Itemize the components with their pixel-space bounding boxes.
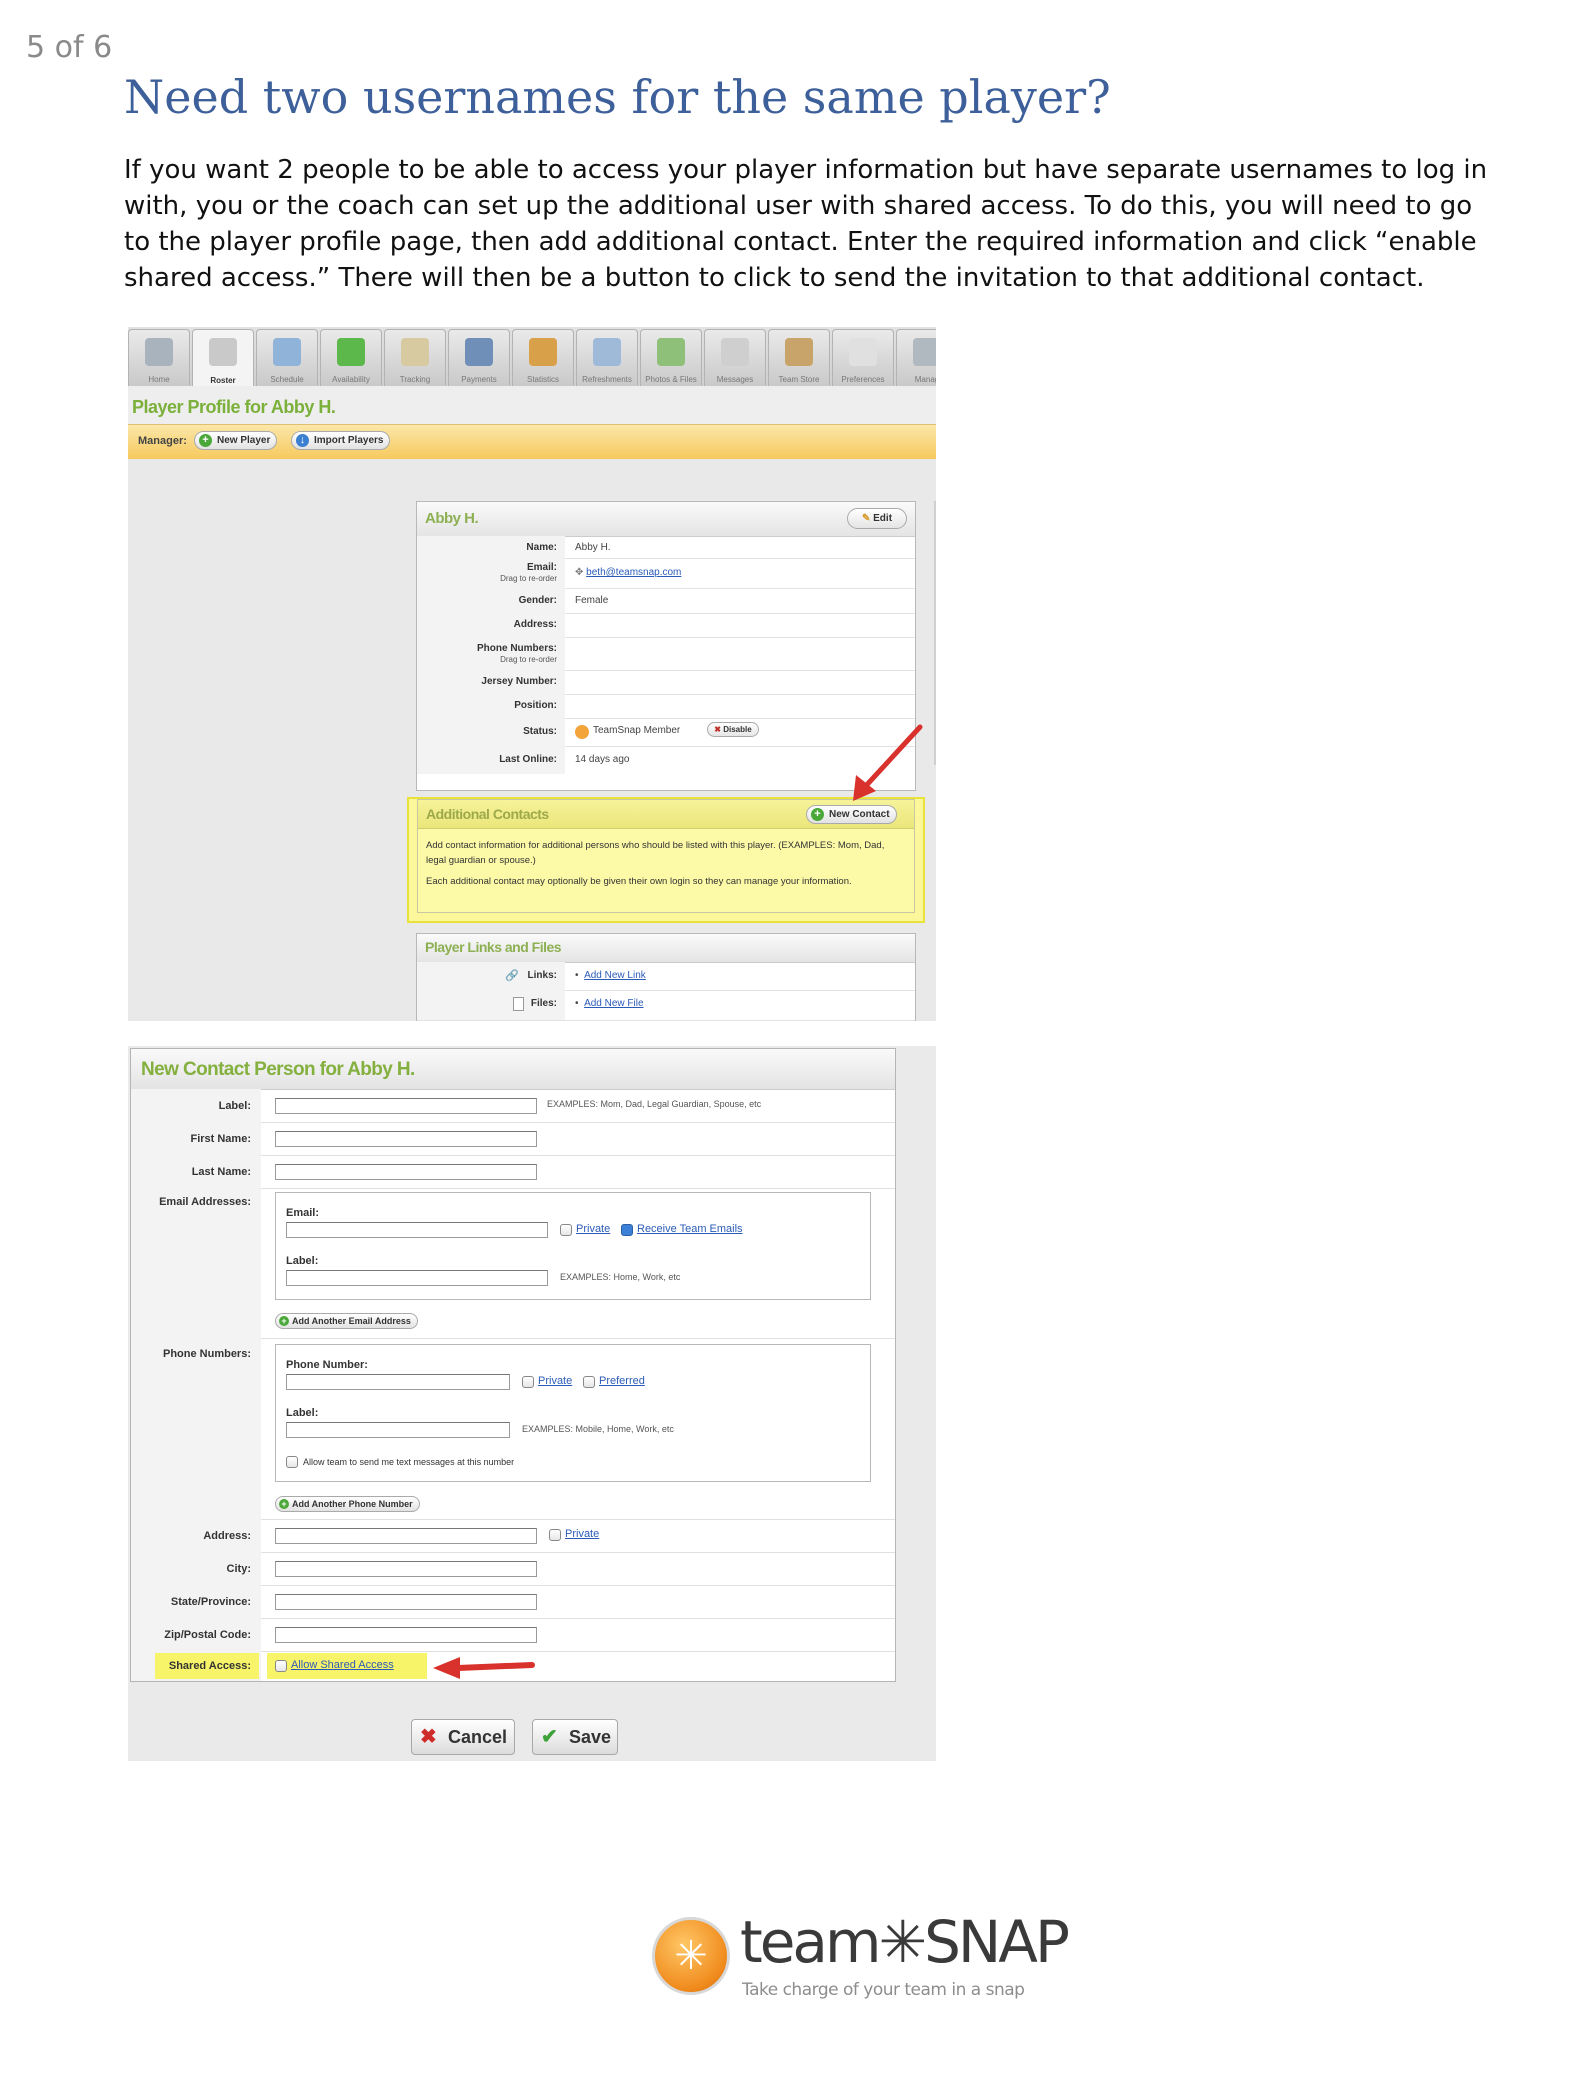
x-icon: ✖ [420,1726,437,1748]
checkmark-icon: ✔ [541,1726,558,1748]
player-profile-screenshot: Home Roster Schedule Availability Tracking Pa… [128,327,936,1021]
teamsnap-logo-text: team✳SNAP [740,1908,1070,1976]
asterisk-icon: ✳ [674,1934,708,1978]
save-label: Save [569,1727,612,1747]
cancel-button[interactable]: ✖ Cancel [411,1719,515,1755]
teamsnap-logo-badge: ✳ [652,1917,730,1995]
red-arrow-to-new-contact [853,724,923,801]
new-contact-screenshot: New Contact Person for Abby H. Label: EX… [128,1046,936,1761]
page-number: 5 of 6 [26,30,113,65]
document-title: Need two usernames for the same player? [124,70,1111,124]
teamsnap-tagline: Take charge of your team in a snap [742,1980,1025,2000]
save-button[interactable]: ✔ Save [532,1719,618,1755]
instruction-paragraph: If you want 2 people to be able to acces… [124,155,1488,293]
red-arrow-to-shared-access [433,1657,535,1679]
cancel-label: Cancel [448,1727,508,1747]
